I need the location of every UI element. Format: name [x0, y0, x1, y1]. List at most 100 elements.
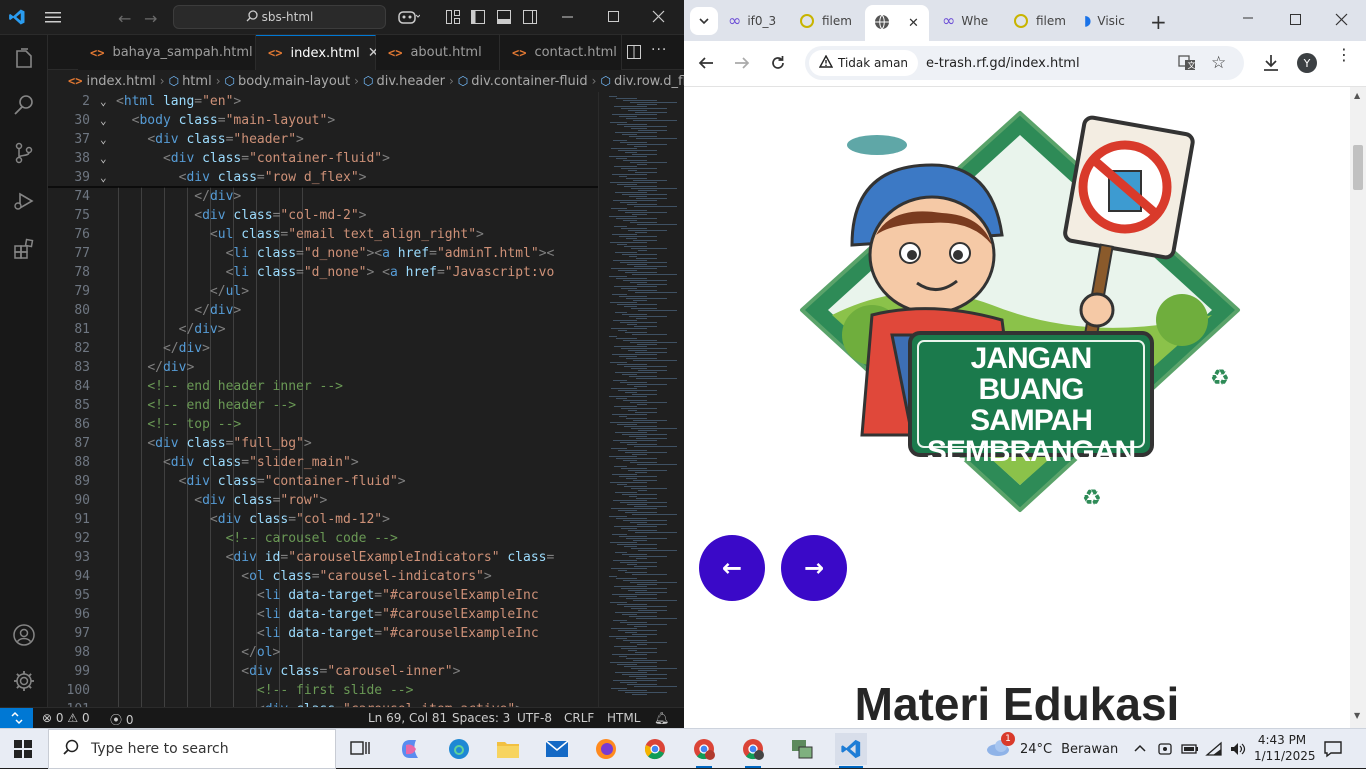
minimize-icon[interactable]: [560, 9, 576, 25]
scroll-up-icon[interactable]: ▲: [1354, 91, 1360, 100]
scrollbar-thumb[interactable]: [1353, 145, 1363, 190]
volume-icon[interactable]: [1229, 741, 1247, 761]
encoding[interactable]: UTF-8: [517, 711, 552, 725]
forward-arrow-icon[interactable]: [734, 55, 750, 75]
firefox-icon[interactable]: [590, 733, 622, 765]
explorer-icon[interactable]: [0, 37, 48, 81]
taskbar-search[interactable]: Type here to search: [48, 729, 336, 769]
battery-icon[interactable]: [1181, 741, 1199, 761]
breadcrumb-item[interactable]: <> index.html: [68, 74, 156, 89]
sticky-scroll-line[interactable]: 37 ⌄ <div class="header">: [48, 130, 598, 149]
menu-icon[interactable]: [44, 9, 62, 25]
code-line[interactable]: 96 <li data-target="#carouselExampleInc: [48, 605, 598, 624]
notifications-bell-icon[interactable]: 🔔︎: [654, 711, 669, 725]
sticky-scroll-line[interactable]: 39 ⌄ <div class="row d_flex">: [48, 168, 598, 187]
code-line[interactable]: 93 <div id="carouselExampleIndicators" c…: [48, 548, 598, 567]
cursor-position[interactable]: Ln 69, Col 81: [368, 711, 447, 725]
accounts-icon[interactable]: [0, 613, 48, 657]
more-vert-icon[interactable]: ⋮: [1336, 47, 1352, 63]
code-line[interactable]: 91 <div class="col-md-12">: [48, 510, 598, 529]
close-icon[interactable]: [1334, 12, 1350, 32]
page-scrollbar[interactable]: ▲ ▼: [1350, 87, 1366, 728]
weather-widget[interactable]: 1 24°C Berawan: [986, 732, 1118, 761]
code-line[interactable]: 77 <li class="d_none"><a href="adminT.ht…: [48, 244, 598, 263]
minimize-icon[interactable]: [1240, 10, 1256, 30]
customize-layout-icon[interactable]: [445, 9, 461, 25]
code-line[interactable]: 90 <div class="row">: [48, 491, 598, 510]
code-line[interactable]: 75 <div class="col-md-2">: [48, 206, 598, 225]
address-bar[interactable]: Tidak aman e-trash.rf.gd/index.html 文 ☆: [805, 46, 1244, 80]
code-line[interactable]: 83 </div>: [48, 358, 598, 377]
mail-icon[interactable]: [541, 733, 573, 765]
clock[interactable]: 4:43 PM 1/11/2025: [1254, 732, 1316, 764]
code-line[interactable]: 74 </div>: [48, 187, 598, 206]
close-tab-icon[interactable]: ✕: [908, 16, 919, 31]
breadcrumb-item[interactable]: ⬡ body.main-layout: [225, 74, 351, 89]
fold-chevron-icon[interactable]: ⌄: [100, 130, 107, 149]
chrome-tab-active[interactable]: ✕: [865, 5, 929, 41]
settings-gear-icon[interactable]: [0, 659, 48, 703]
chrome-tab[interactable]: filem: [800, 7, 860, 34]
chrome-tab[interactable]: filem: [1014, 7, 1074, 34]
breadcrumb-item[interactable]: ⬡ html: [169, 74, 212, 89]
maximize-icon[interactable]: [606, 9, 622, 25]
code-line[interactable]: 79 </ul>: [48, 282, 598, 301]
toggle-panel-icon[interactable]: [496, 9, 512, 25]
split-editor-icon[interactable]: [626, 44, 642, 60]
translate-icon[interactable]: 文: [1178, 55, 1196, 75]
carousel-prev-button[interactable]: ←: [699, 535, 765, 601]
reload-icon[interactable]: [770, 55, 786, 75]
line-ending[interactable]: CRLF: [564, 711, 594, 725]
code-line[interactable]: 84 <!-- end header inner -->: [48, 377, 598, 396]
source-control-icon[interactable]: [0, 131, 48, 175]
profile-avatar[interactable]: Y: [1297, 53, 1317, 73]
fold-chevron-icon[interactable]: ⌄: [100, 168, 107, 187]
download-icon[interactable]: [1262, 54, 1280, 76]
code-line[interactable]: 80 </div>: [48, 301, 598, 320]
notification-center-icon[interactable]: [1323, 740, 1343, 762]
command-center-search[interactable]: sbs-html: [173, 5, 386, 29]
tab-about[interactable]: <> about.html: [376, 35, 500, 70]
windows-start-icon[interactable]: [14, 740, 32, 762]
code-line[interactable]: 92 <!-- carousel code -->: [48, 529, 598, 548]
back-arrow-icon[interactable]: ←: [118, 9, 131, 28]
code-line[interactable]: 78 <li class="d_none"> <a href="Javascri…: [48, 263, 598, 282]
toggle-secondary-sidebar-icon[interactable]: [522, 9, 538, 25]
copilot-icon[interactable]: [398, 9, 420, 25]
breadcrumb-item[interactable]: ⬡ div.header: [363, 74, 445, 89]
tab-contact[interactable]: <> contact.html: [500, 35, 622, 70]
more-actions-icon[interactable]: ···: [651, 42, 667, 58]
code-line[interactable]: 98 </ol>: [48, 643, 598, 662]
fold-chevron-icon[interactable]: ⌄: [100, 149, 107, 168]
breadcrumb-item[interactable]: ⬡div.row.d_fle: [600, 74, 684, 89]
forward-arrow-icon[interactable]: →: [144, 9, 157, 28]
fold-chevron-icon[interactable]: ⌄: [100, 111, 107, 130]
language-mode[interactable]: HTML: [607, 711, 640, 725]
indentation[interactable]: Spaces: 3: [452, 711, 510, 725]
chrome-tab[interactable]: ∞ if0_3: [728, 7, 788, 34]
chrome-icon[interactable]: [639, 733, 671, 765]
ports-indicator[interactable]: ⦿ 0: [110, 711, 133, 728]
show-hidden-icons-chevron-icon[interactable]: [1133, 741, 1147, 759]
task-view-icon[interactable]: [344, 733, 376, 765]
code-line[interactable]: 86 <!-- top -->: [48, 415, 598, 434]
wifi-icon[interactable]: [1205, 741, 1223, 761]
code-line[interactable]: 95 <li data-target="#carouselExampleInc: [48, 586, 598, 605]
new-tab-plus-icon[interactable]: +: [1150, 10, 1167, 34]
chrome-tab[interactable]: ◗ Visic: [1084, 7, 1146, 34]
carousel-next-button[interactable]: →: [781, 535, 847, 601]
edge-icon[interactable]: [443, 733, 475, 765]
code-line[interactable]: 101 <div class="carousel-item active">: [48, 700, 598, 707]
problems-indicator[interactable]: ⊗ 0 ⚠ 0: [42, 711, 90, 725]
vscode-taskbar-icon[interactable]: [835, 733, 867, 765]
code-line[interactable]: 81 </div>: [48, 320, 598, 339]
back-arrow-icon[interactable]: [698, 55, 714, 75]
code-line[interactable]: 94 <ol class="carousel-indicators">: [48, 567, 598, 586]
sticky-scroll-line[interactable]: 38 ⌄ <div class="container-fluid">: [48, 149, 598, 168]
code-line[interactable]: 89 <div class="container-fluid">: [48, 472, 598, 491]
meet-now-icon[interactable]: [1157, 741, 1173, 761]
chrome-profile-y-icon[interactable]: [737, 733, 769, 765]
maximize-icon[interactable]: [1288, 12, 1304, 32]
file-explorer-icon[interactable]: [492, 733, 524, 765]
breadcrumb-item[interactable]: ⬡ div.container-fluid: [458, 74, 588, 89]
